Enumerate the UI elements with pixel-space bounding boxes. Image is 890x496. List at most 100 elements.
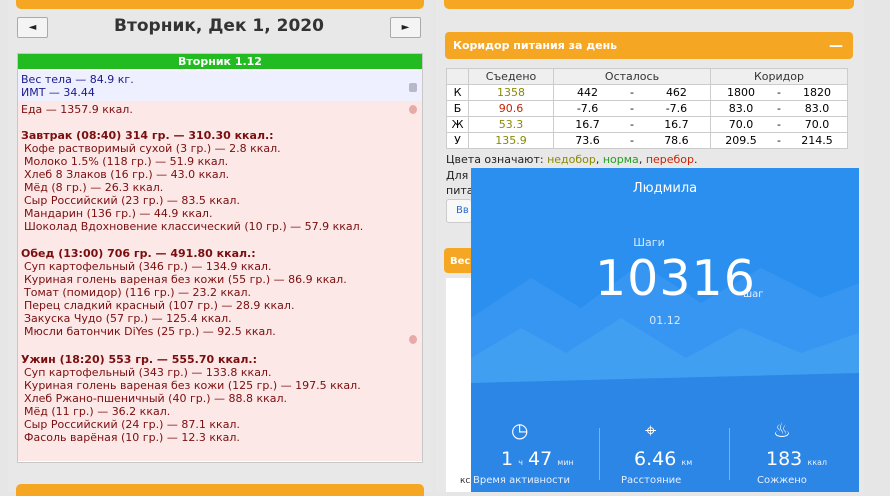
flame-icon: ♨ bbox=[773, 418, 791, 442]
distance: 6.46 км bbox=[634, 448, 692, 470]
color-legend: Цвета означают: недобор, норма, перебор. bbox=[446, 153, 698, 166]
left-min: 442 bbox=[553, 84, 622, 101]
food-item[interactable]: Фасоль варёная (10 гр.) — 12.3 ккал. bbox=[24, 431, 240, 444]
mountain-background bbox=[471, 263, 859, 492]
food-item[interactable]: Закуска Чудо (57 гр.) — 125.4 ккал. bbox=[24, 312, 232, 325]
distance-unit: км bbox=[681, 458, 693, 467]
weight-section[interactable]: Вес тела — 84.9 кг. ИМТ — 34.44 bbox=[18, 71, 422, 101]
food-item[interactable]: Молоко 1.5% (118 гр.) — 51.9 ккал. bbox=[24, 155, 228, 168]
steps-unit: шаг bbox=[743, 289, 764, 300]
bmi-line: ИМТ — 34.44 bbox=[21, 86, 95, 99]
table-header: Съедено bbox=[468, 68, 554, 85]
food-item[interactable]: Мёд (11 гр.) — 36.2 ккал. bbox=[24, 405, 170, 418]
food-item[interactable]: Суп картофельный (346 гр.) — 134.9 ккал. bbox=[24, 260, 271, 273]
left-min: 16.7 bbox=[553, 116, 622, 133]
food-item[interactable]: Хлеб 8 Злаков (16 гр.) — 43.0 ккал. bbox=[24, 168, 229, 181]
calories-unit: ккал bbox=[807, 458, 828, 467]
range-dash: - bbox=[621, 100, 643, 117]
calories-burned: 183 ккал bbox=[766, 448, 827, 470]
food-item[interactable]: Перец сладкий красный (107 гр.) — 28.9 к… bbox=[24, 299, 294, 312]
weight-panel-header[interactable]: Вес bbox=[444, 248, 474, 273]
legend-prefix: Цвета означают: bbox=[446, 153, 548, 166]
minutes-unit: мин bbox=[557, 458, 574, 467]
top-panel-edge bbox=[444, 0, 854, 9]
corridor-min: 209.5 bbox=[710, 132, 772, 149]
food-section: Еда — 1357.9 ккал. Завтрак (08:40) 314 г… bbox=[18, 101, 422, 461]
corridor-min: 83.0 bbox=[710, 100, 772, 117]
meal-title-dinner[interactable]: Ужин (18:20) 553 гр. — 555.70 ккал.: bbox=[21, 353, 257, 366]
weight-line: Вес тела — 84.9 кг. bbox=[21, 73, 134, 86]
corridor-min: 70.0 bbox=[710, 116, 772, 133]
range-dash: - bbox=[621, 116, 643, 133]
nutrient-key: Ж bbox=[446, 116, 469, 133]
food-item[interactable]: Томат (помидор) (116 гр.) — 23.2 ккал. bbox=[24, 286, 251, 299]
apple-icon[interactable] bbox=[409, 335, 417, 344]
minimize-icon[interactable]: — bbox=[829, 38, 843, 54]
left-max: 16.7 bbox=[642, 116, 711, 133]
corridor-table: Съедено Осталось Коридор К 1358 442 - 46… bbox=[446, 68, 848, 149]
day-panel: Вторник 1.12 Вес тела — 84.9 кг. ИМТ — 3… bbox=[17, 53, 423, 463]
food-item[interactable]: Шоколад Вдохновение классический (10 гр.… bbox=[24, 220, 363, 233]
food-item[interactable]: Кофе растворимый сухой (3 гр.) — 2.8 кка… bbox=[24, 142, 281, 155]
location-icon: ⌖ bbox=[645, 418, 657, 442]
distance-label: Расстояние bbox=[621, 475, 682, 486]
scale-icon[interactable] bbox=[409, 83, 417, 92]
eaten-value: 135.9 bbox=[468, 132, 554, 149]
next-day-button[interactable]: ► bbox=[390, 17, 421, 38]
meal-title-lunch[interactable]: Обед (13:00) 706 гр. — 491.80 ккал.: bbox=[21, 247, 256, 260]
food-item[interactable]: Мандарин (136 гр.) — 44.9 ккал. bbox=[24, 207, 212, 220]
range-dash: - bbox=[621, 84, 643, 101]
active-time-label: Время активности bbox=[473, 475, 570, 486]
truncated-button[interactable]: Вв bbox=[446, 199, 472, 223]
eaten-value: 53.3 bbox=[468, 116, 554, 133]
table-row: У 135.9 73.6 - 78.6 209.5 - 214.5 bbox=[446, 132, 848, 149]
range-dash: - bbox=[771, 84, 787, 101]
corridor-min: 1800 bbox=[710, 84, 772, 101]
eaten-value: 1358 bbox=[468, 84, 554, 101]
truncated-text: Для bbox=[446, 169, 469, 182]
table-row: К 1358 442 - 462 1800 - 1820 bbox=[446, 84, 848, 101]
corridor-max: 83.0 bbox=[786, 100, 848, 117]
steps-label: Шаги bbox=[633, 236, 665, 249]
nutrient-key: К bbox=[446, 84, 469, 101]
date-title: Вторник, Дек 1, 2020 bbox=[114, 16, 324, 36]
legend-sep: , bbox=[595, 153, 603, 166]
legend-under: недобор bbox=[547, 153, 596, 166]
food-item[interactable]: Сыр Российский (24 гр.) — 87.1 ккал. bbox=[24, 418, 240, 431]
left-min: 73.6 bbox=[553, 132, 622, 149]
table-header: Коридор bbox=[710, 68, 848, 85]
table-row: Ж 53.3 16.7 - 16.7 70.0 - 70.0 bbox=[446, 116, 848, 133]
truncated-text: пита bbox=[446, 184, 474, 197]
weight-panel-body bbox=[446, 278, 472, 492]
active-minutes: 47 bbox=[528, 448, 553, 470]
hours-unit: ч bbox=[518, 458, 523, 467]
food-item[interactable]: Мюсли батончик DiYes (25 гр.) — 92.5 кка… bbox=[24, 325, 276, 338]
table-header-empty bbox=[446, 68, 469, 85]
table-header-row: Съедено Осталось Коридор bbox=[446, 68, 848, 85]
range-dash: - bbox=[621, 132, 643, 149]
apple-icon[interactable] bbox=[409, 105, 417, 114]
corridor-title: Коридор питания за день bbox=[453, 39, 618, 52]
clock-icon: ◷ bbox=[511, 418, 529, 442]
divider bbox=[599, 428, 600, 480]
range-dash: - bbox=[771, 100, 787, 117]
food-item[interactable]: Суп картофельный (343 гр.) — 133.8 ккал. bbox=[24, 366, 271, 379]
food-item[interactable]: Сыр Российский (23 гр.) — 83.5 ккал. bbox=[24, 194, 240, 207]
table-header: Осталось bbox=[553, 68, 711, 85]
corridor-max: 1820 bbox=[786, 84, 848, 101]
food-item[interactable]: Куриная голень вареная без кожи (125 гр.… bbox=[24, 379, 361, 392]
legend-over: перебор bbox=[645, 153, 695, 166]
left-max: 78.6 bbox=[642, 132, 711, 149]
food-item[interactable]: Куриная голень вареная без кожи (55 гр.)… bbox=[24, 273, 347, 286]
distance-value: 6.46 bbox=[634, 448, 677, 470]
meal-title-breakfast[interactable]: Завтрак (08:40) 314 гр. — 310.30 ккал.: bbox=[21, 129, 274, 142]
food-item[interactable]: Мёд (8 гр.) — 26.3 ккал. bbox=[24, 181, 163, 194]
food-item[interactable]: Хлеб Ржано-пшеничный (40 гр.) — 88.8 кка… bbox=[24, 392, 287, 405]
corridor-panel-header[interactable]: Коридор питания за день — bbox=[445, 32, 853, 59]
legend-end: . bbox=[694, 153, 698, 166]
eaten-value: 90.6 bbox=[468, 100, 554, 117]
next-panel-edge bbox=[16, 484, 424, 496]
legend-sep: , bbox=[638, 153, 646, 166]
corridor-max: 70.0 bbox=[786, 116, 848, 133]
nutrient-key: У bbox=[446, 132, 469, 149]
